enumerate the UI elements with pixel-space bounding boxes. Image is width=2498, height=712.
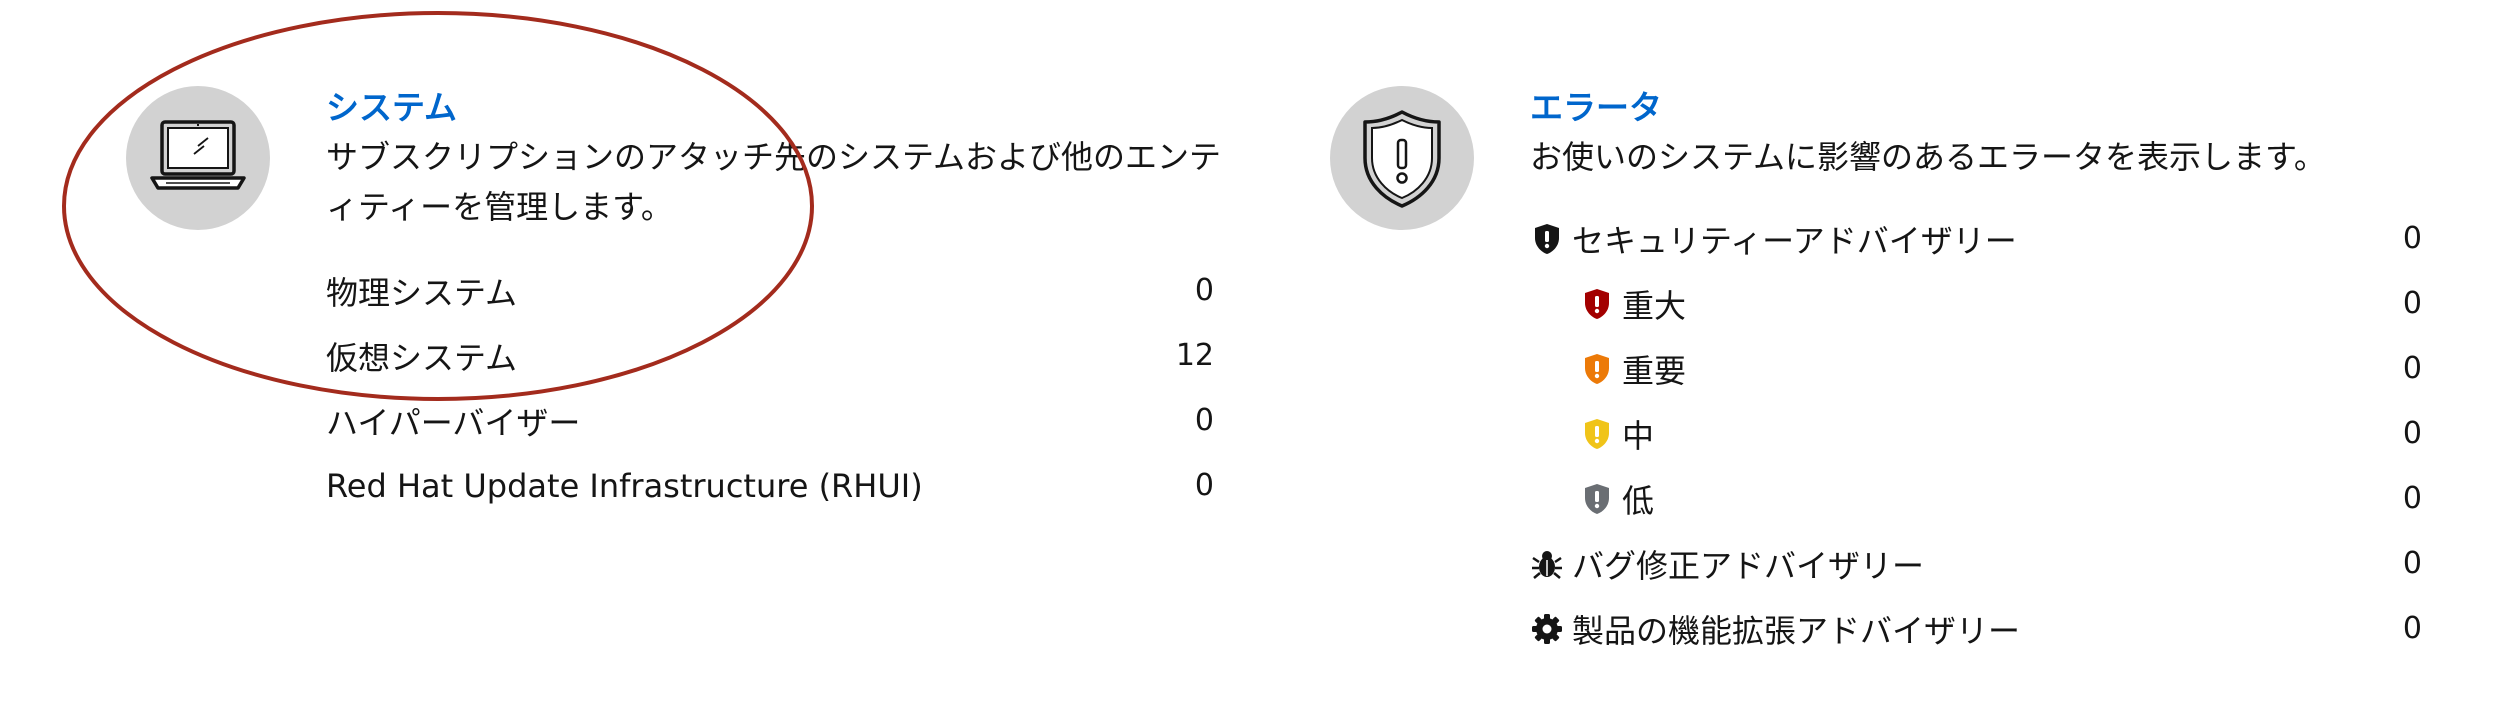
list-item-enhancement-advisory: 製品の機能拡張アドバイザリー 0 [1530,596,2422,661]
list-item-critical: 重大 0 [1530,271,2422,336]
shield-exclamation-icon [1580,287,1614,321]
list-item-security-advisory: セキュリティーアドバイザリー 0 [1530,206,2422,271]
shield-exclamation-icon [1530,222,1564,256]
row-label: ハイパーバイザー [326,403,581,442]
row-label: 仮想システム [326,338,518,377]
row-count[interactable]: 12 [1176,338,1214,373]
row-count[interactable]: 0 [2403,416,2422,451]
row-label: バグ修正アドバイザリー [1572,546,1925,585]
dashboard-cards: システム サブスクリプションのアタッチ先のシステムおよび他のエンティティーを管理… [0,0,2498,712]
row-count[interactable]: 0 [2403,611,2422,646]
shield-exclamation-icon [1580,482,1614,516]
systems-title-link[interactable]: システム [326,88,457,128]
systems-description: サブスクリプションのアタッチ先のシステムおよび他のエンティティーを管理します。 [326,138,1222,226]
list-item-important: 重要 0 [1530,336,2422,401]
errata-title-link[interactable]: エラータ [1530,88,1662,128]
laptop-icon [126,86,270,230]
errata-list: セキュリティーアドバイザリー 0 重大 0 重要 0 中 0 低 0 バグ修正ア… [1530,206,2422,661]
list-item-virtual-systems: 仮想システム 12 [326,323,1214,388]
errata-description: お使いのシステムに影響のあるエラータを表示します。 [1530,138,2326,176]
row-count[interactable]: 0 [2403,221,2422,256]
row-count[interactable]: 0 [2403,481,2422,516]
list-item-physical-systems: 物理システム 0 [326,258,1214,323]
row-count[interactable]: 0 [2403,546,2422,581]
row-label: 製品の機能拡張アドバイザリー [1572,611,2021,650]
list-item-bugfix-advisory: バグ修正アドバイザリー 0 [1530,531,2422,596]
row-label: 重大 [1622,286,1687,325]
bug-icon [1530,547,1564,581]
gear-icon [1530,612,1564,646]
row-count[interactable]: 0 [1195,273,1214,308]
shield-exclamation-icon [1330,86,1474,230]
row-label: セキュリティーアドバイザリー [1572,221,2017,260]
row-count[interactable]: 0 [2403,351,2422,386]
row-label: 物理システム [326,273,518,312]
list-item-hypervisors: ハイパーバイザー 0 [326,388,1214,453]
shield-exclamation-icon [1580,417,1614,451]
shield-exclamation-icon [1580,352,1614,386]
row-label: Red Hat Update Infrastructure (RHUI) [326,466,923,505]
row-count[interactable]: 0 [1195,403,1214,438]
row-count[interactable]: 0 [1195,468,1214,503]
row-count[interactable]: 0 [2403,286,2422,321]
row-label: 重要 [1622,351,1687,390]
list-item-moderate: 中 0 [1530,401,2422,466]
row-label: 中 [1622,416,1655,455]
list-item-low: 低 0 [1530,466,2422,531]
systems-list: 物理システム 0 仮想システム 12 ハイパーバイザー 0 Red Hat Up… [326,258,1214,518]
list-item-rhui: Red Hat Update Infrastructure (RHUI) 0 [326,453,1214,518]
row-label: 低 [1622,481,1655,520]
